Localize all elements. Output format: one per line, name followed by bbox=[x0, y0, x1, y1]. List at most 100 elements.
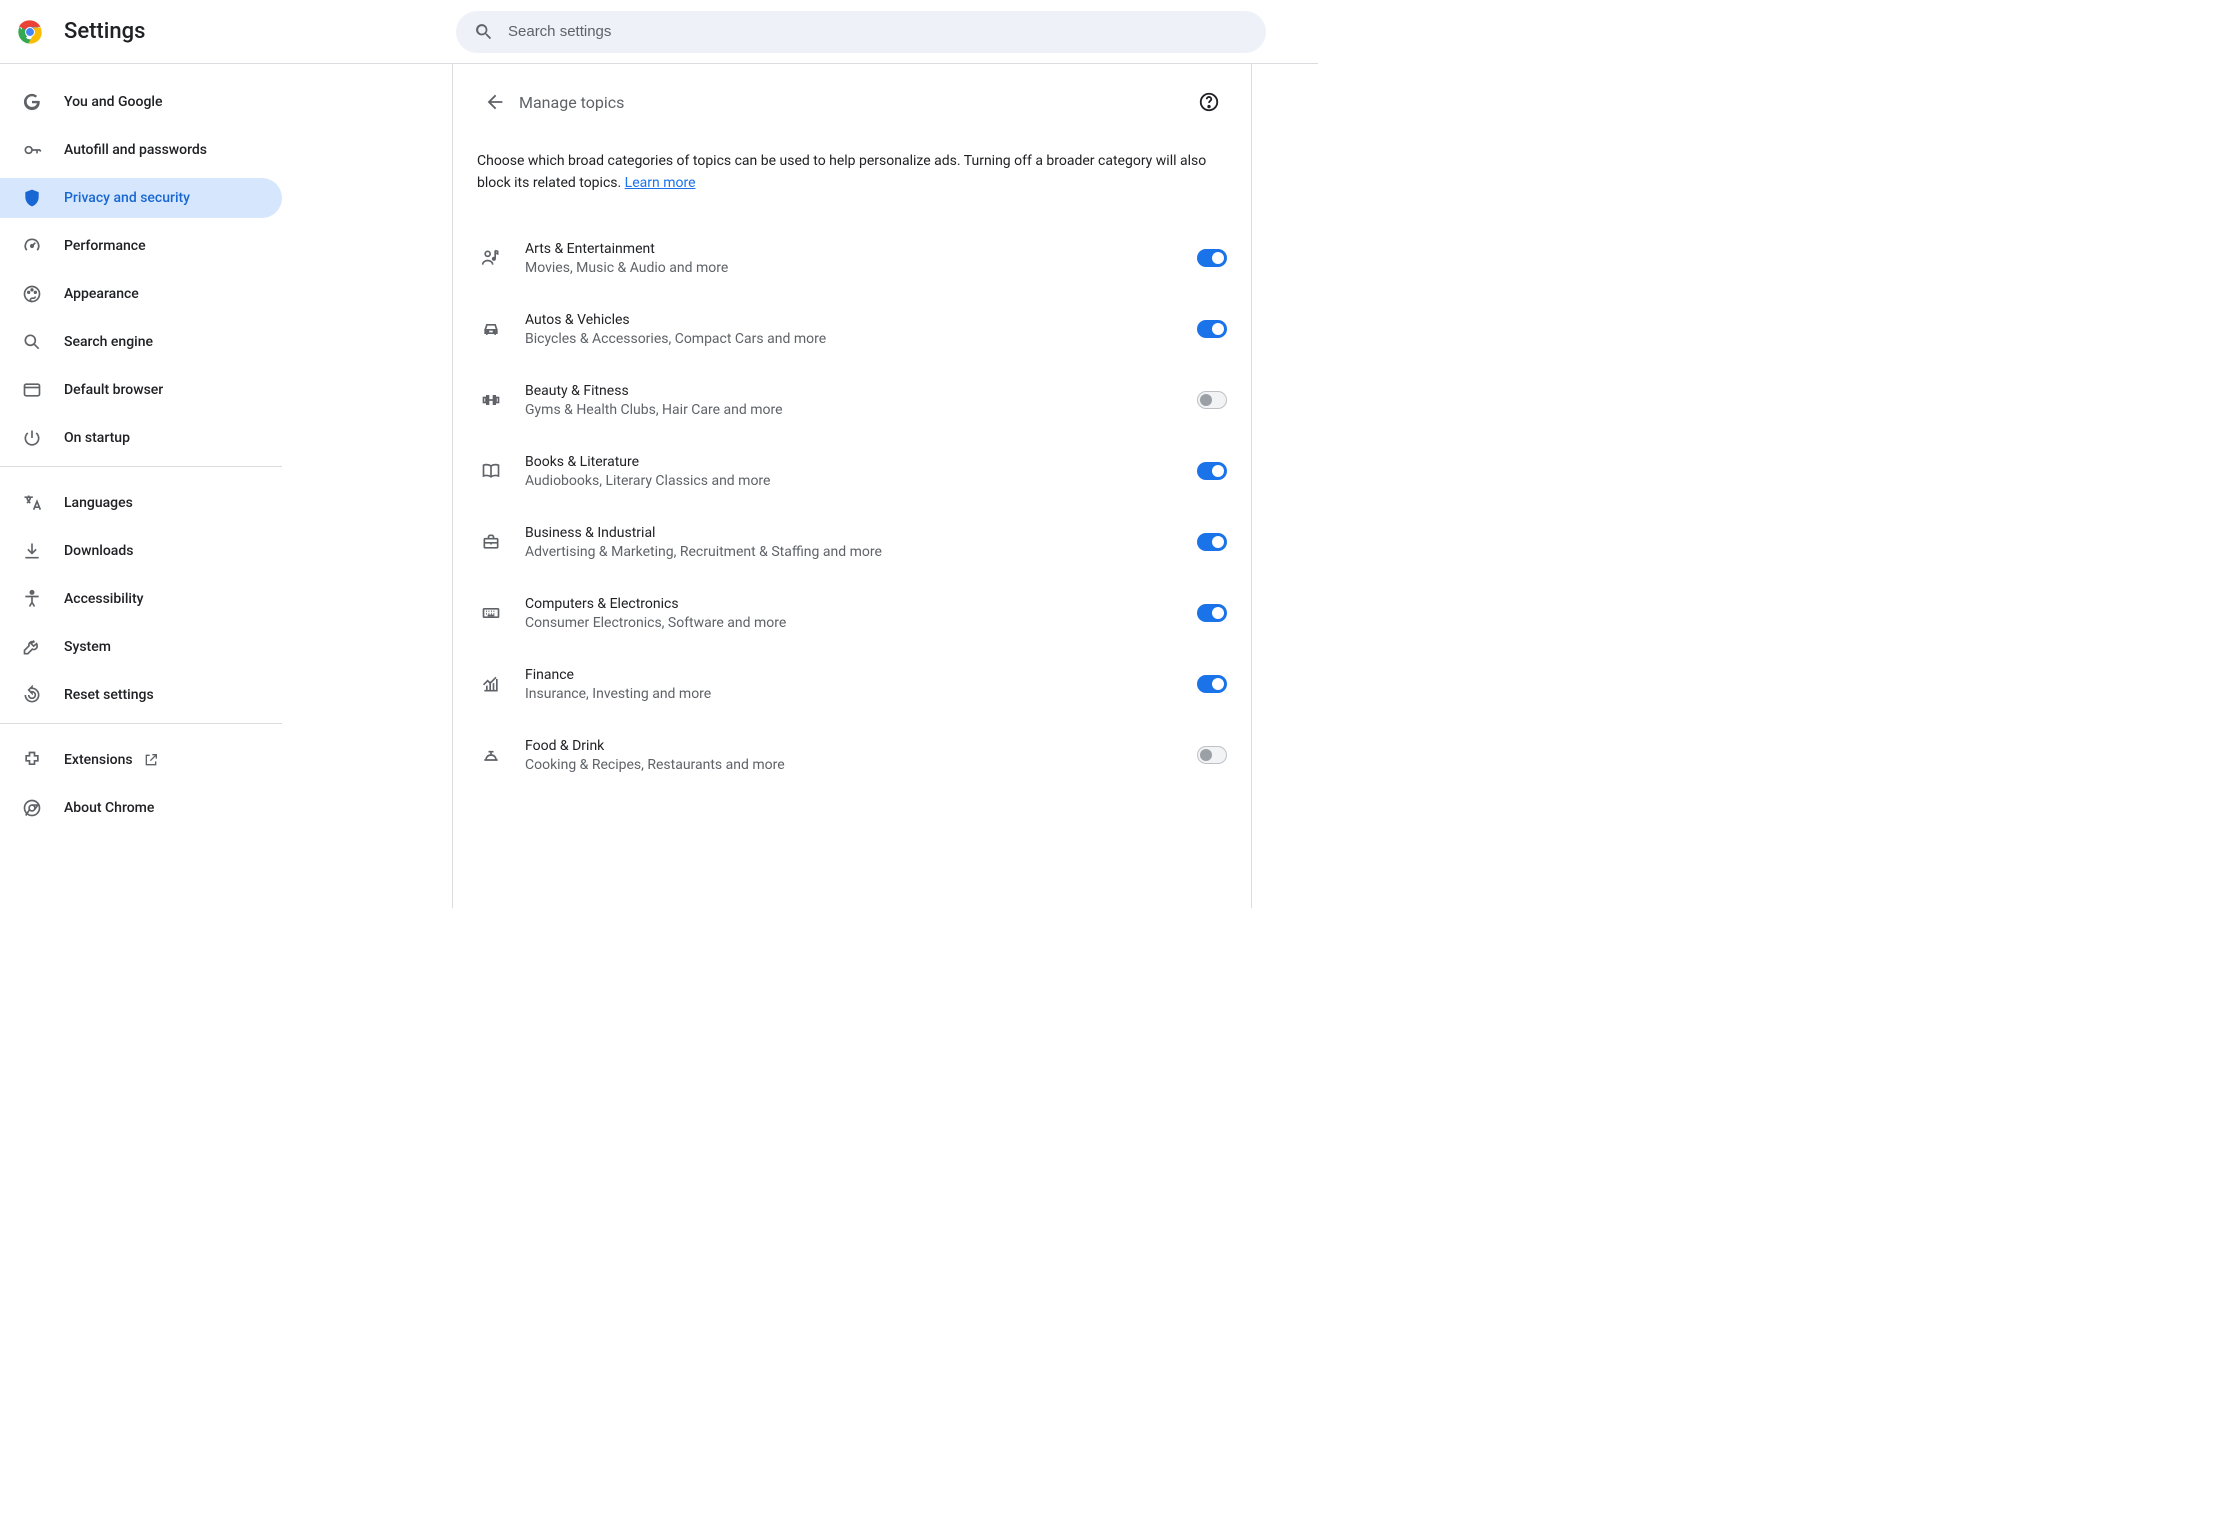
external-link-icon bbox=[143, 752, 159, 768]
sidebar-item-autofill[interactable]: Autofill and passwords bbox=[0, 130, 282, 170]
app-title: Settings bbox=[64, 19, 145, 44]
topic-title: Books & Literature bbox=[525, 454, 1197, 470]
sidebar-item-label: Accessibility bbox=[64, 591, 143, 607]
help-icon bbox=[1198, 91, 1220, 113]
extension-icon bbox=[22, 750, 42, 770]
speedometer-icon bbox=[22, 236, 42, 256]
reset-icon bbox=[22, 685, 42, 705]
learn-more-link[interactable]: Learn more bbox=[625, 175, 696, 191]
topic-toggle-food[interactable] bbox=[1197, 746, 1227, 764]
topic-title: Arts & Entertainment bbox=[525, 241, 1197, 257]
download-icon bbox=[22, 541, 42, 561]
car-icon bbox=[477, 319, 517, 339]
arrow-back-icon bbox=[484, 91, 506, 113]
person-music-icon bbox=[477, 248, 517, 268]
sidebar-item-reset-settings[interactable]: Reset settings bbox=[0, 675, 282, 715]
topic-title: Business & Industrial bbox=[525, 525, 1197, 541]
sidebar: You and Google Autofill and passwords Pr… bbox=[0, 64, 282, 908]
topic-row-autos: Autos & Vehicles Bicycles & Accessories,… bbox=[477, 294, 1227, 365]
topic-text: Business & Industrial Advertising & Mark… bbox=[517, 525, 1197, 560]
sidebar-item-label: Autofill and passwords bbox=[64, 142, 207, 158]
sidebar-item-label: Default browser bbox=[64, 382, 163, 398]
topic-subtitle: Movies, Music & Audio and more bbox=[525, 260, 1197, 276]
topic-subtitle: Consumer Electronics, Software and more bbox=[525, 615, 1197, 631]
topic-text: Food & Drink Cooking & Recipes, Restaura… bbox=[517, 738, 1197, 773]
google-g-icon bbox=[22, 92, 42, 112]
accessibility-icon bbox=[22, 589, 42, 609]
topic-subtitle: Advertising & Marketing, Recruitment & S… bbox=[525, 544, 1197, 560]
topic-toggle-beauty[interactable] bbox=[1197, 391, 1227, 409]
topic-toggle-computers[interactable] bbox=[1197, 604, 1227, 622]
search-icon bbox=[474, 22, 494, 42]
topic-title: Beauty & Fitness bbox=[525, 383, 1197, 399]
sidebar-item-label: Downloads bbox=[64, 543, 133, 559]
sidebar-item-languages[interactable]: Languages bbox=[0, 483, 282, 523]
sidebar-item-downloads[interactable]: Downloads bbox=[0, 531, 282, 571]
sidebar-item-you-and-google[interactable]: You and Google bbox=[0, 82, 282, 122]
search-input[interactable] bbox=[508, 23, 1248, 40]
key-icon bbox=[22, 140, 42, 160]
browser-icon bbox=[22, 380, 42, 400]
topic-subtitle: Audiobooks, Literary Classics and more bbox=[525, 473, 1197, 489]
topic-toggle-business[interactable] bbox=[1197, 533, 1227, 551]
help-button[interactable] bbox=[1191, 84, 1227, 120]
topic-text: Beauty & Fitness Gyms & Health Clubs, Ha… bbox=[517, 383, 1197, 418]
sidebar-item-search-engine[interactable]: Search engine bbox=[0, 322, 282, 362]
topic-toggle-arts[interactable] bbox=[1197, 249, 1227, 267]
sidebar-item-extensions[interactable]: Extensions bbox=[0, 740, 282, 780]
topic-row-food: Food & Drink Cooking & Recipes, Restaura… bbox=[477, 720, 1227, 791]
sidebar-item-performance[interactable]: Performance bbox=[0, 226, 282, 266]
topic-row-books: Books & Literature Audiobooks, Literary … bbox=[477, 436, 1227, 507]
sidebar-item-appearance[interactable]: Appearance bbox=[0, 274, 282, 314]
search-container[interactable] bbox=[456, 11, 1266, 53]
sidebar-item-label: On startup bbox=[64, 430, 130, 446]
sidebar-item-system[interactable]: System bbox=[0, 627, 282, 667]
header-left: Settings bbox=[16, 18, 456, 46]
sidebar-item-privacy-security[interactable]: Privacy and security bbox=[0, 178, 282, 218]
topic-title: Computers & Electronics bbox=[525, 596, 1197, 612]
topic-toggle-books[interactable] bbox=[1197, 462, 1227, 480]
chart-icon bbox=[477, 674, 517, 694]
card-title: Manage topics bbox=[519, 93, 1191, 112]
sidebar-item-label: Extensions bbox=[64, 752, 133, 768]
briefcase-icon bbox=[477, 532, 517, 552]
topic-title: Autos & Vehicles bbox=[525, 312, 1197, 328]
settings-page: Settings You and Google Autofill and pa bbox=[0, 0, 1318, 908]
translate-icon bbox=[22, 493, 42, 513]
back-button[interactable] bbox=[477, 84, 513, 120]
topic-title: Food & Drink bbox=[525, 738, 1197, 754]
sidebar-item-label: Languages bbox=[64, 495, 133, 511]
settings-card: Manage topics Choose which broad categor… bbox=[452, 64, 1252, 908]
search-icon bbox=[22, 332, 42, 352]
sidebar-item-on-startup[interactable]: On startup bbox=[0, 418, 282, 458]
sidebar-item-label: Privacy and security bbox=[64, 190, 190, 206]
card-header: Manage topics bbox=[477, 84, 1227, 120]
food-icon bbox=[477, 745, 517, 765]
topic-title: Finance bbox=[525, 667, 1197, 683]
sidebar-item-default-browser[interactable]: Default browser bbox=[0, 370, 282, 410]
topic-subtitle: Cooking & Recipes, Restaurants and more bbox=[525, 757, 1197, 773]
sidebar-item-label: System bbox=[64, 639, 111, 655]
topic-subtitle: Insurance, Investing and more bbox=[525, 686, 1197, 702]
sidebar-item-accessibility[interactable]: Accessibility bbox=[0, 579, 282, 619]
chrome-logo-icon bbox=[16, 18, 44, 46]
topic-row-beauty: Beauty & Fitness Gyms & Health Clubs, Ha… bbox=[477, 365, 1227, 436]
chrome-outline-icon bbox=[22, 798, 42, 818]
topic-text: Finance Insurance, Investing and more bbox=[517, 667, 1197, 702]
sidebar-item-label: You and Google bbox=[64, 94, 162, 110]
topic-row-finance: Finance Insurance, Investing and more bbox=[477, 649, 1227, 720]
dumbbell-icon bbox=[477, 390, 517, 410]
topic-toggle-autos[interactable] bbox=[1197, 320, 1227, 338]
body: You and Google Autofill and passwords Pr… bbox=[0, 64, 1318, 908]
description-text: Choose which broad categories of topics … bbox=[477, 153, 1206, 191]
topic-row-arts: Arts & Entertainment Movies, Music & Aud… bbox=[477, 223, 1227, 294]
topic-toggle-finance[interactable] bbox=[1197, 675, 1227, 693]
sidebar-item-about-chrome[interactable]: About Chrome bbox=[0, 788, 282, 828]
sidebar-item-label: Reset settings bbox=[64, 687, 154, 703]
keyboard-icon bbox=[477, 603, 517, 623]
sidebar-item-label: Appearance bbox=[64, 286, 139, 302]
topic-subtitle: Bicycles & Accessories, Compact Cars and… bbox=[525, 331, 1197, 347]
sidebar-divider bbox=[0, 466, 282, 467]
book-icon bbox=[477, 461, 517, 481]
sidebar-item-label: Search engine bbox=[64, 334, 153, 350]
